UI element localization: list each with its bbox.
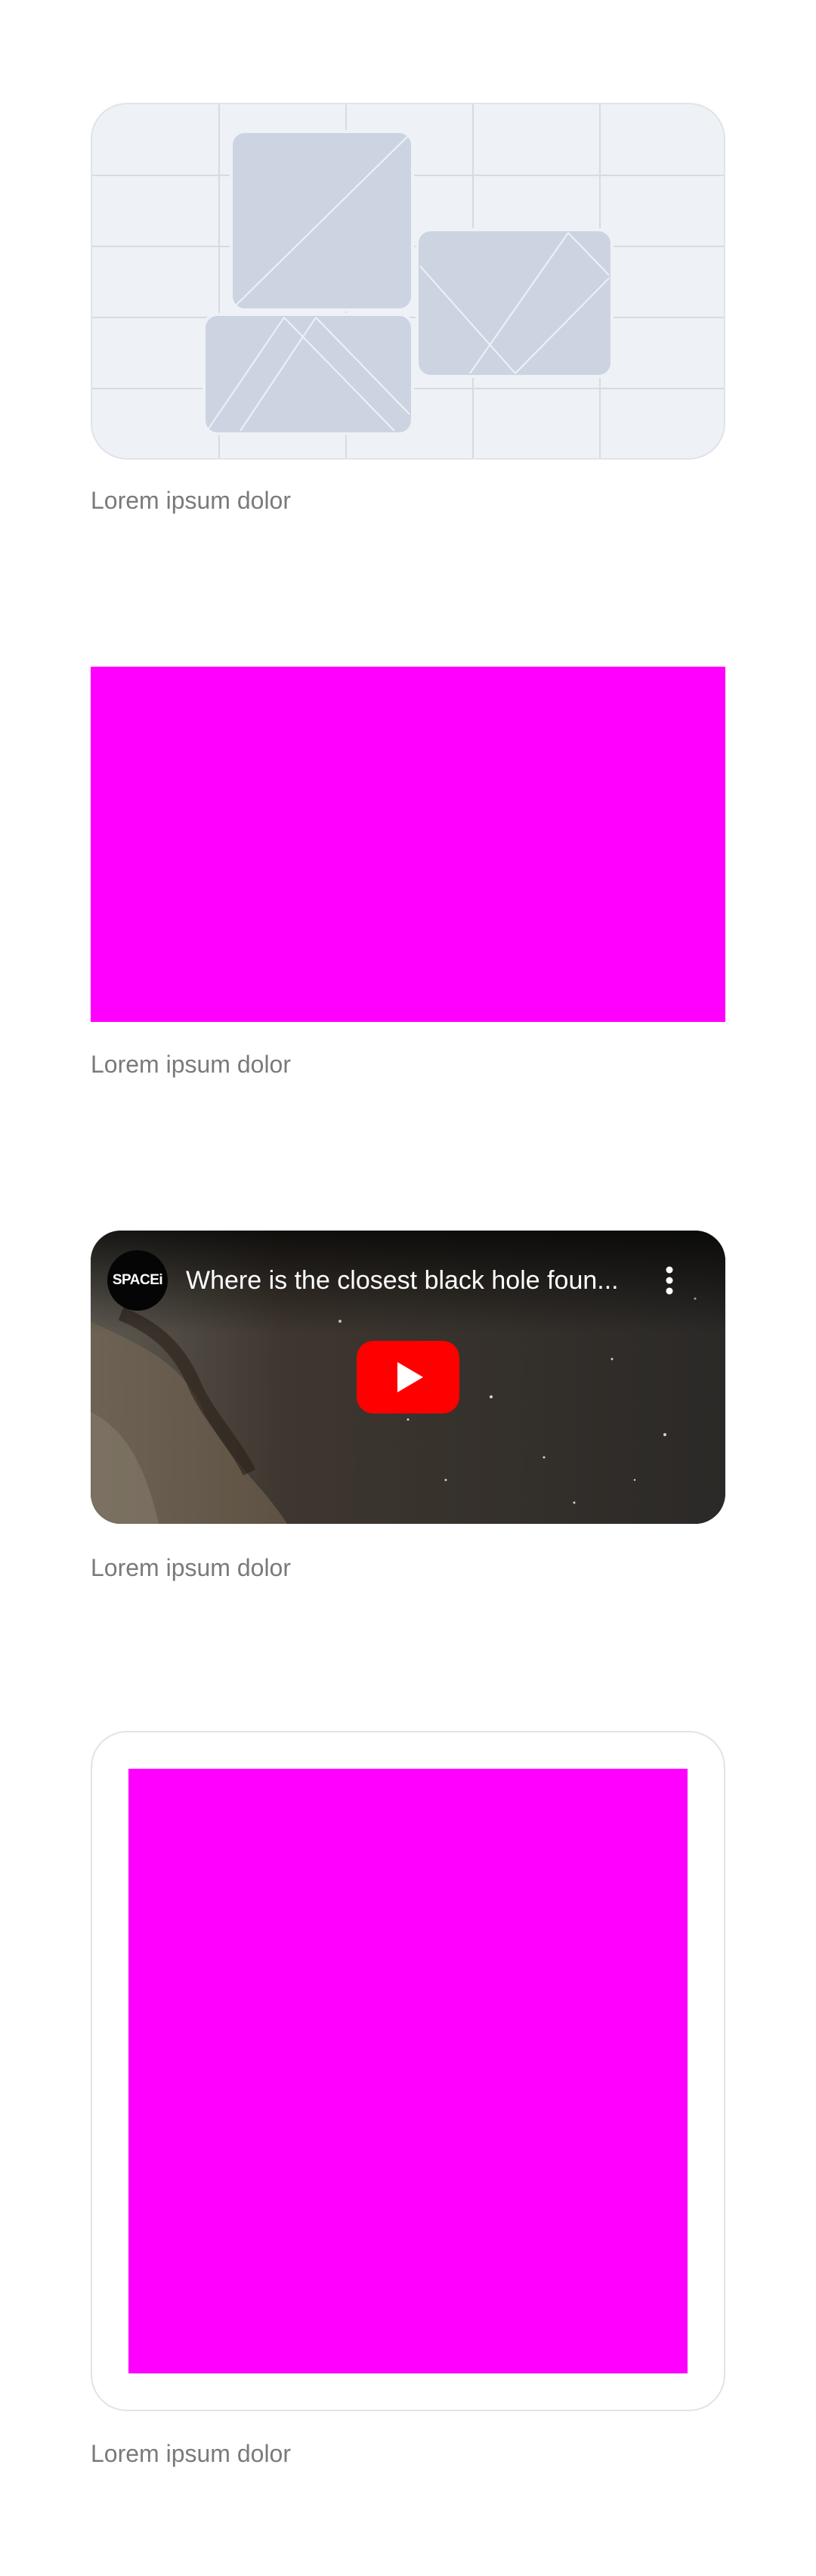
video-title[interactable]: Where is the closest black hole foun...: [186, 1265, 639, 1296]
image-placeholder-icon: [92, 104, 724, 458]
image-placeholder-card: [91, 103, 725, 460]
caption: Lorem ipsum dolor: [91, 1554, 291, 1581]
magenta-image: [91, 667, 725, 1022]
magenta-image: [128, 1769, 688, 2373]
youtube-play-icon[interactable]: [357, 1341, 459, 1413]
caption: Lorem ipsum dolor: [91, 487, 291, 514]
channel-logo[interactable]: SPACEi: [107, 1250, 168, 1311]
caption: Lorem ipsum dolor: [91, 1051, 291, 1078]
caption: Lorem ipsum dolor: [91, 2440, 291, 2467]
video-embed[interactable]: SPACEi Where is the closest black hole f…: [91, 1231, 725, 1524]
framed-image-card: [91, 1731, 725, 2411]
more-vertical-icon[interactable]: [654, 1264, 685, 1297]
